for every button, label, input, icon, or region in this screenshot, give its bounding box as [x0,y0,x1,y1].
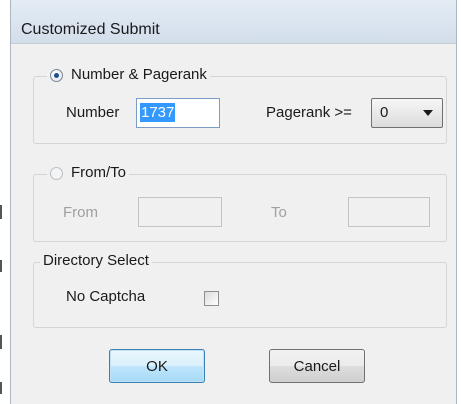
number-pagerank-radio[interactable]: Number & Pagerank [47,65,210,85]
radio-unselected-icon[interactable] [50,166,63,180]
radio-selected-icon[interactable] [50,68,63,82]
title-bar[interactable]: Customized Submit [11,0,456,44]
pagerank-label: Pagerank >= [266,104,352,121]
from-input[interactable] [138,197,222,227]
ok-button[interactable]: OK [109,349,205,383]
background-edge-mark [0,260,2,272]
background-edge-mark [0,335,2,349]
cancel-button[interactable]: Cancel [269,349,365,383]
directory-select-legend: Directory Select [40,251,152,271]
to-input[interactable] [348,197,430,227]
background-edge-mark [0,382,2,394]
number-label: Number [66,104,120,121]
pagerank-select[interactable]: 0 [371,98,443,128]
customized-submit-dialog: Customized Submit Number & Pagerank Numb… [10,0,457,404]
from-label: From [63,204,98,221]
background-edge-mark [0,205,2,219]
no-captcha-label: No Captcha [66,288,146,305]
number-pagerank-label: Number & Pagerank [71,66,207,83]
window-title: Customized Submit [21,21,160,38]
pagerank-select-value: 0 [380,104,389,121]
number-input[interactable]: 1737 [136,98,220,128]
to-label: To [271,204,287,221]
number-input-value: 1737 [140,103,176,122]
from-to-label: From/To [71,164,127,181]
from-to-radio[interactable]: From/To [47,163,130,183]
directory-select-title: Directory Select [43,252,149,269]
dropdown-arrow-icon [423,110,433,116]
no-captcha-checkbox[interactable] [204,291,219,306]
